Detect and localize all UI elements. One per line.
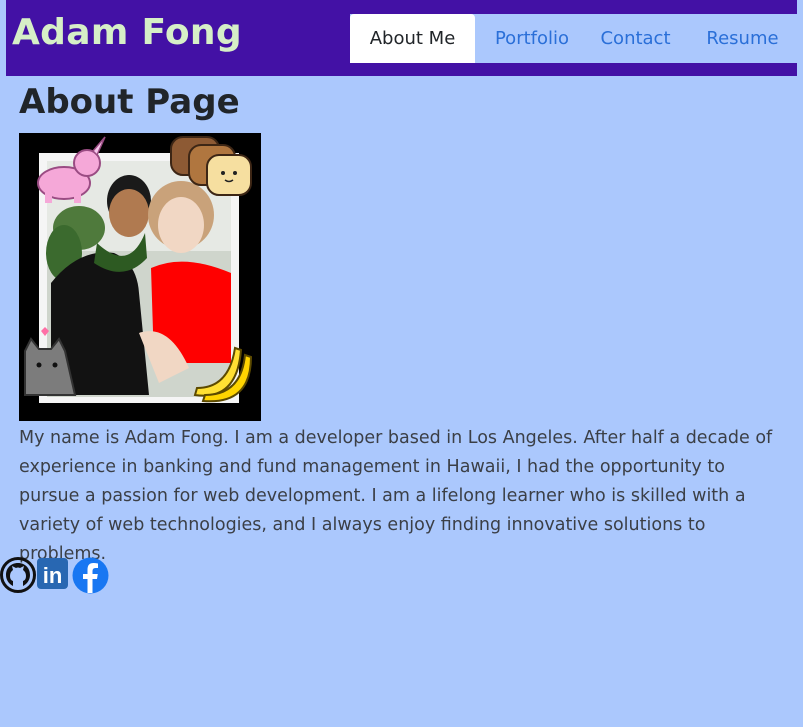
site-header: Adam Fong About Me Portfolio Contact Res… [6,0,803,76]
facebook-link[interactable] [72,557,109,598]
brand-name[interactable]: Adam Fong [12,12,242,53]
tab-contact[interactable]: Contact [589,14,682,63]
tab-portfolio[interactable]: Portfolio [475,14,589,63]
bio-paragraph: My name is Adam Fong. I am a developer b… [19,428,773,564]
linkedin-logo-text: in [43,563,63,588]
github-icon [0,557,36,593]
linkedin-icon: in [37,558,68,589]
linkedin-link[interactable]: in [36,557,69,594]
profile-photo [19,133,261,421]
page-title: About Page [19,82,240,122]
nav-tabs: About Me Portfolio Contact Resume [350,14,803,63]
tab-about-me[interactable]: About Me [350,14,475,63]
tab-resume[interactable]: Resume [682,14,803,63]
facebook-icon [72,557,109,594]
github-link[interactable] [0,557,36,597]
